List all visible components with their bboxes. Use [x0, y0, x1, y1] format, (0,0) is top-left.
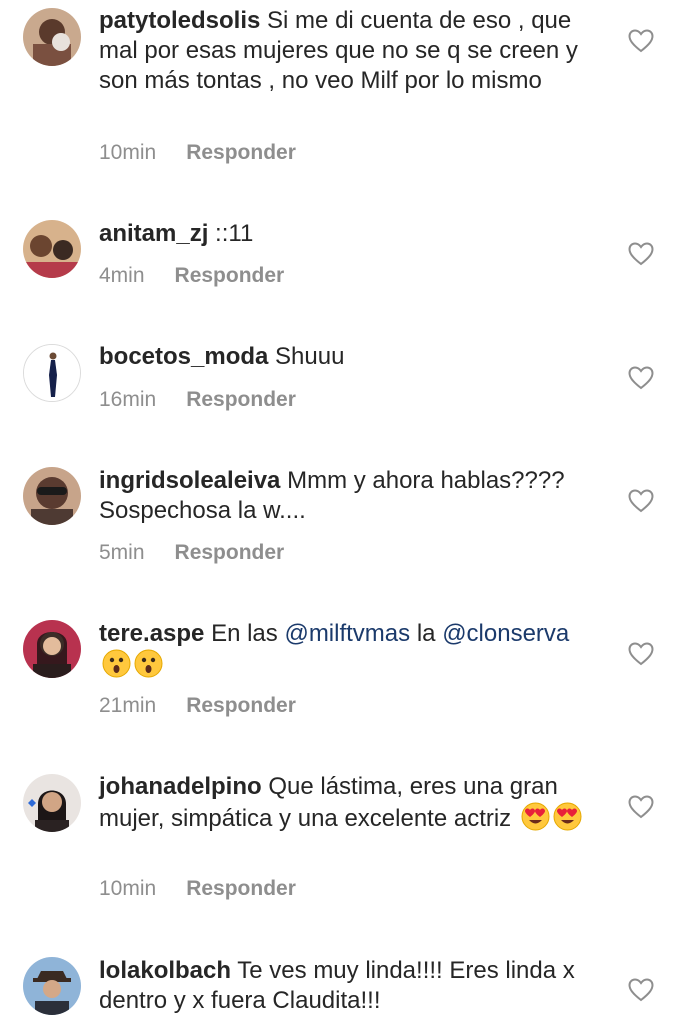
comment-text: patytoledsolis Si me di cuenta de eso , …: [99, 6, 599, 96]
comment-time: 10min: [99, 877, 157, 900]
avatar[interactable]: [23, 620, 81, 678]
comment-username[interactable]: ingridsolealeiva: [99, 467, 280, 494]
comment-time: 4min: [99, 264, 145, 287]
like-heart-icon[interactable]: [628, 795, 654, 819]
comment-body-pre: En las: [211, 620, 278, 647]
reply-button[interactable]: Responder: [175, 264, 285, 287]
comment-text: lolakolbach Te ves muy linda!!!! Eres li…: [99, 956, 599, 1016]
comment-text: tere.aspe En las @milftvmas la @clonserv…: [99, 619, 599, 681]
mention-link[interactable]: @milftvmas: [284, 620, 410, 647]
astonished-face-emoji: [102, 649, 131, 678]
avatar[interactable]: [23, 8, 81, 66]
astonished-face-emoji: [134, 649, 163, 678]
mention-link[interactable]: @clonserva: [442, 620, 569, 647]
avatar[interactable]: [23, 344, 81, 402]
avatar[interactable]: [23, 467, 81, 525]
comment-meta: 5min Responder: [99, 541, 284, 565]
heart-eyes-emoji: [521, 802, 550, 831]
reply-button[interactable]: Responder: [186, 877, 296, 900]
comment-username[interactable]: tere.aspe: [99, 620, 204, 647]
comment-meta: 4min Responder: [99, 264, 284, 288]
comment-text: ingridsolealeiva Mmm y ahora hablas???? …: [99, 466, 599, 526]
like-heart-icon[interactable]: [628, 978, 654, 1002]
comment-text: johanadelpino Que lástima, eres una gran…: [99, 772, 599, 834]
comment-username[interactable]: lolakolbach: [99, 957, 231, 984]
comment-meta: 10min Responder: [99, 877, 296, 901]
like-heart-icon[interactable]: [628, 642, 654, 666]
reply-button[interactable]: Responder: [175, 541, 285, 564]
like-heart-icon[interactable]: [628, 242, 654, 266]
like-heart-icon[interactable]: [628, 366, 654, 390]
comment-body: ::11: [215, 220, 254, 247]
comment-body-mid: la: [416, 620, 436, 647]
reply-button[interactable]: Responder: [186, 388, 296, 411]
comment-text: bocetos_moda Shuuu: [99, 342, 599, 372]
comment-body: Shuuu: [275, 343, 345, 370]
reply-button[interactable]: Responder: [186, 694, 296, 717]
comment-username[interactable]: bocetos_moda: [99, 343, 268, 370]
comment-username[interactable]: anitam_zj: [99, 220, 208, 247]
avatar[interactable]: [23, 957, 81, 1015]
avatar[interactable]: [23, 774, 81, 832]
comment-time: 10min: [99, 141, 157, 164]
comment-meta: 10min Responder: [99, 141, 296, 165]
comment-time: 21min: [99, 694, 157, 717]
comment-time: 5min: [99, 541, 145, 564]
comment-username[interactable]: patytoledsolis: [99, 7, 260, 34]
comment-username[interactable]: johanadelpino: [99, 773, 262, 800]
reply-button[interactable]: Responder: [186, 141, 296, 164]
comment-meta: 21min Responder: [99, 694, 296, 718]
like-heart-icon[interactable]: [628, 489, 654, 513]
comment-meta: 16min Responder: [99, 388, 296, 412]
comment-time: 16min: [99, 388, 157, 411]
avatar[interactable]: [23, 220, 81, 278]
like-heart-icon[interactable]: [628, 29, 654, 53]
comment-text: anitam_zj ::11: [99, 219, 599, 249]
heart-eyes-emoji: [553, 802, 582, 831]
